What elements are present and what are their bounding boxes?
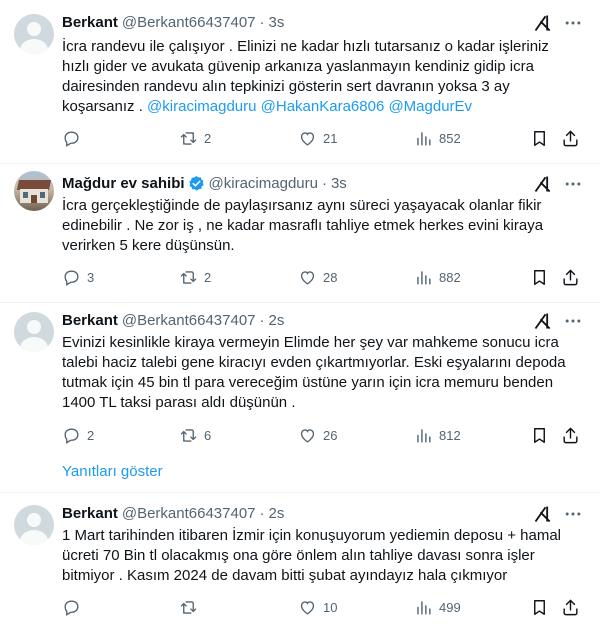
tweet-text: Evinizi kesinlikle kiraya vermeyin Elimd… [62, 334, 566, 411]
avatar[interactable] [14, 312, 54, 352]
avatar[interactable] [14, 505, 54, 545]
share-icon [563, 269, 578, 285]
bookmark-button[interactable] [530, 597, 549, 617]
bookmark-button[interactable] [530, 128, 549, 148]
bookmark-icon [534, 269, 545, 285]
show-replies-link[interactable]: Yanıtları göster [62, 462, 163, 482]
author-name[interactable]: Berkant [62, 14, 118, 31]
share-button[interactable] [561, 425, 580, 445]
bookmark-icon [534, 599, 545, 615]
author-name[interactable]: Mağdur ev sahibi [62, 175, 185, 192]
action-bar: 2 21 852 [62, 128, 582, 148]
retweet-button[interactable]: 6 [179, 425, 211, 445]
tweet-header: Berkant @Berkant66437407 · 2s [62, 503, 284, 523]
reply-icon [64, 599, 79, 616]
views-icon [417, 270, 431, 285]
tweet-header: Mağdur ev sahibi @kiracimagduru · 3s [62, 173, 347, 193]
author-handle[interactable]: @Berkant66437407 [122, 14, 256, 31]
avatar[interactable] [14, 171, 54, 211]
action-bar: 3 2 28 882 [62, 267, 582, 287]
views-icon [417, 600, 431, 615]
share-button[interactable] [561, 128, 580, 148]
more-icon[interactable] [563, 174, 583, 194]
share-button[interactable] [561, 267, 580, 287]
bookmark-button[interactable] [530, 267, 549, 287]
tweet-header: Berkant @Berkant66437407 · 3s [62, 12, 284, 32]
tweet-text: İcra randevu ile çalışıyor . Elinizi ne … [62, 38, 549, 115]
author-name[interactable]: Berkant [62, 312, 118, 329]
views-button[interactable]: 499 [414, 597, 461, 617]
timestamp[interactable]: 3s [331, 175, 347, 192]
share-icon [563, 130, 578, 146]
action-bar: 10 499 [62, 597, 582, 617]
retweet-button[interactable] [179, 597, 204, 617]
author-name[interactable]: Berkant [62, 505, 118, 522]
avatar[interactable] [14, 14, 54, 54]
reply-button[interactable]: 2 [62, 425, 94, 445]
separator-dot: · [259, 311, 265, 329]
divider [0, 302, 600, 303]
reply-icon [64, 269, 79, 286]
share-icon [563, 427, 578, 443]
divider [0, 492, 600, 493]
tweet-text: İcra gerçekleştiğinde de paylaşırsanız a… [62, 197, 544, 254]
reply-icon [64, 130, 79, 147]
tweet-header: Berkant @Berkant66437407 · 2s [62, 310, 284, 330]
retweet-icon [180, 131, 197, 145]
author-handle[interactable]: @Berkant66437407 [122, 505, 256, 522]
author-handle[interactable]: @Berkant66437407 [122, 312, 256, 329]
separator-dot: · [259, 504, 265, 522]
like-icon [300, 428, 315, 443]
timestamp[interactable]: 3s [269, 14, 285, 31]
author-handle[interactable]: @kiracimagduru [209, 175, 318, 192]
like-icon [300, 600, 315, 615]
like-button[interactable]: 28 [298, 267, 337, 287]
separator-dot: · [321, 174, 327, 192]
retweet-button[interactable]: 2 [179, 267, 211, 287]
bookmark-button[interactable] [530, 425, 549, 445]
reply-icon [64, 427, 79, 444]
like-button[interactable]: 21 [298, 128, 337, 148]
mention-links[interactable]: @kiracimagduru @HakanKara6806 @MagdurEv [147, 98, 472, 115]
views-icon [417, 131, 431, 146]
tweet-text: 1 Mart tarihinden itibaren İzmir için ko… [62, 527, 561, 584]
retweet-button[interactable]: 2 [179, 128, 211, 148]
more-icon[interactable] [563, 13, 583, 33]
action-bar: 2 6 26 812 [62, 425, 582, 445]
views-button[interactable]: 852 [414, 128, 461, 148]
more-icon[interactable] [563, 311, 583, 331]
grok-icon[interactable] [533, 174, 553, 194]
like-icon [300, 131, 315, 146]
share-icon [563, 599, 578, 615]
views-button[interactable]: 882 [414, 267, 461, 287]
verified-badge-icon[interactable] [188, 175, 205, 192]
like-icon [300, 270, 315, 285]
views-button[interactable]: 812 [414, 425, 461, 445]
retweet-icon [180, 270, 197, 284]
bookmark-icon [534, 130, 545, 146]
retweet-icon [180, 600, 197, 614]
grok-icon[interactable] [533, 504, 553, 524]
reply-button[interactable]: 3 [62, 267, 94, 287]
bookmark-icon [534, 427, 545, 443]
grok-icon[interactable] [533, 311, 553, 331]
grok-icon[interactable] [533, 13, 553, 33]
like-button[interactable]: 10 [298, 597, 337, 617]
share-button[interactable] [561, 597, 580, 617]
divider [0, 163, 600, 164]
reply-button[interactable] [62, 128, 87, 148]
more-icon[interactable] [563, 504, 583, 524]
views-icon [417, 428, 431, 443]
like-button[interactable]: 26 [298, 425, 337, 445]
timestamp[interactable]: 2s [269, 505, 285, 522]
timestamp[interactable]: 2s [269, 312, 285, 329]
retweet-icon [180, 428, 197, 442]
separator-dot: · [259, 13, 265, 31]
reply-button[interactable] [62, 597, 87, 617]
